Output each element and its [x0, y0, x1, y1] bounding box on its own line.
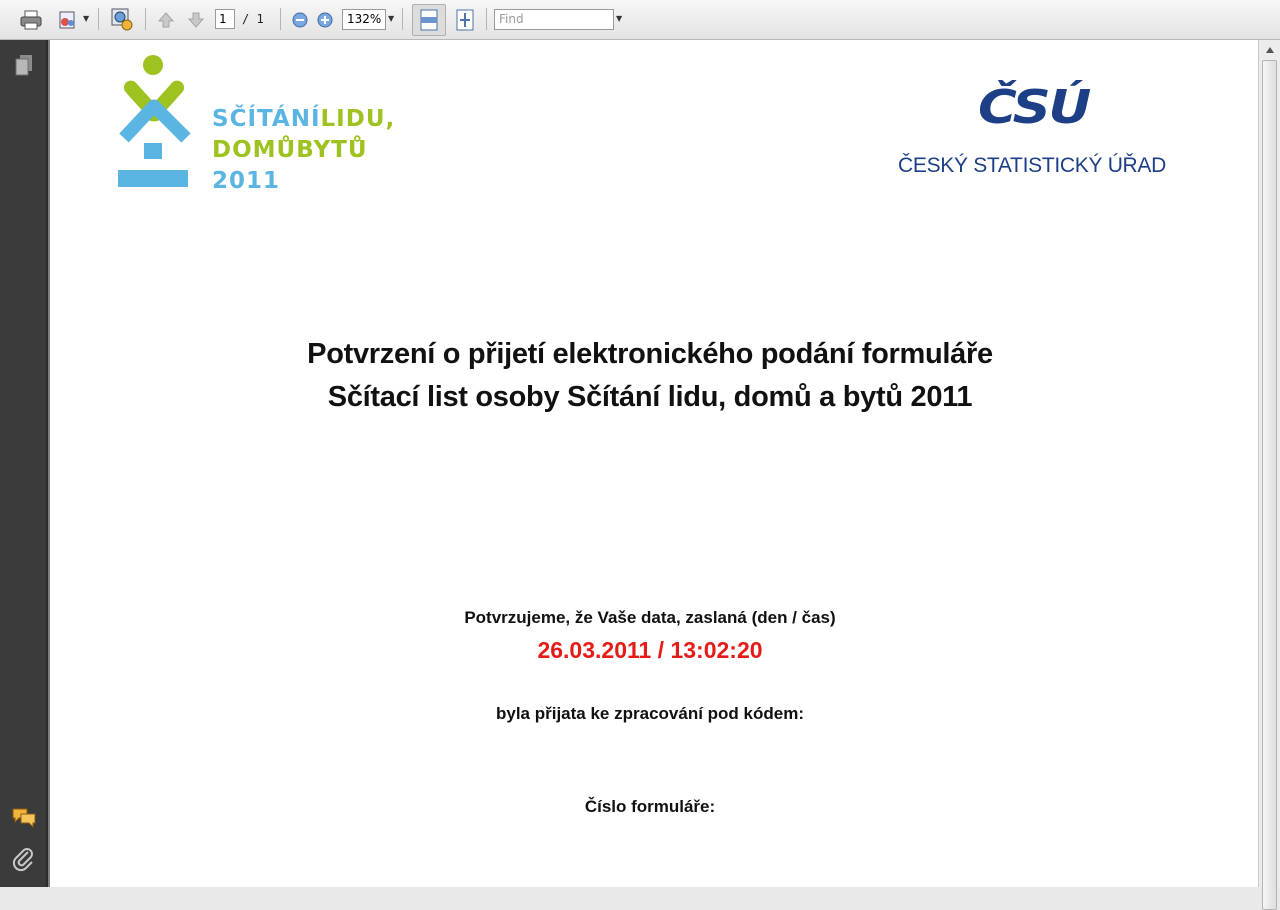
csu-name: ČESKÝ STATISTICKÝ ÚŘAD: [898, 154, 1166, 177]
find-input[interactable]: Find: [494, 9, 614, 30]
page-total: / 1: [242, 12, 264, 26]
zoom-in-icon: [317, 12, 333, 28]
logo-word-domu: DOMŮ: [212, 137, 297, 163]
pages-panel-button[interactable]: [12, 52, 36, 78]
logo-word-lidu: LIDU,: [320, 106, 396, 132]
print-button[interactable]: [18, 8, 44, 32]
confirmation-text: Potvrzujeme, že Vaše data, zaslaná (den …: [464, 608, 836, 627]
previous-page-button[interactable]: [155, 9, 177, 31]
logo-year: 2011: [212, 168, 281, 194]
fit-width-button[interactable]: [412, 4, 446, 36]
csu-logo-mark: ČSÚ: [978, 80, 1091, 134]
comments-icon: [12, 808, 36, 828]
pdf-page: SČÍTÁNÍLIDU, DOMŮBYTŮ 2011 ČSÚ ČESKÝ STA…: [50, 40, 1258, 887]
save-dropdown-arrow[interactable]: ▼: [83, 14, 89, 23]
zoom-in-button[interactable]: [315, 10, 335, 30]
zoom-out-icon: [292, 12, 308, 28]
document-title-line-1: Potvrzení o přijetí elektronického podán…: [307, 338, 993, 370]
attachments-icon: [12, 848, 33, 872]
form-number-label: Číslo formuláře:: [584, 797, 716, 816]
fit-page-icon: [456, 9, 474, 31]
attachments-panel-button[interactable]: [10, 845, 38, 873]
page-number-input[interactable]: 1: [215, 9, 235, 29]
vertical-scrollbar[interactable]: [1258, 40, 1280, 910]
submission-timestamp: 26.03.2011 / 13:02:20: [537, 637, 763, 663]
find-dropdown-arrow[interactable]: ▼: [616, 14, 622, 23]
scrollbar-thumb[interactable]: [1262, 60, 1277, 910]
export-button[interactable]: [108, 6, 136, 32]
pages-icon: [15, 55, 32, 76]
next-page-button[interactable]: [185, 9, 207, 31]
next-page-icon: [187, 12, 205, 28]
zoom-dropdown-arrow[interactable]: ▼: [388, 14, 394, 23]
document-title-line-2: Sčítací list osoby Sčítání lidu, domů a …: [327, 381, 973, 413]
census-logo-text: SČÍTÁNÍLIDU, DOMŮBYTŮ 2011: [212, 104, 395, 197]
export-icon: [111, 8, 133, 31]
fit-page-button[interactable]: [452, 7, 478, 33]
navigation-sidebar: [0, 40, 48, 887]
fit-width-icon: [420, 9, 438, 31]
pdf-toolbar: ▼ 1 / 1 132% ▼ Find ▼: [0, 0, 1280, 40]
accepted-text: byla přijata ke zpracování pod kódem:: [496, 704, 804, 723]
census-2011-logo-icon: [118, 55, 191, 187]
printer-icon: [20, 10, 42, 30]
scroll-up-icon[interactable]: [1265, 46, 1275, 54]
logo-word-scitani: SČÍTÁNÍ: [212, 106, 321, 132]
comments-panel-button[interactable]: [10, 805, 38, 829]
zoom-level-select[interactable]: 132%: [342, 9, 386, 30]
zoom-out-button[interactable]: [290, 10, 310, 30]
previous-page-icon: [157, 12, 175, 28]
save-icon: [59, 11, 75, 29]
logo-word-bytu: BYTŮ: [296, 137, 368, 163]
save-button[interactable]: [55, 8, 81, 32]
